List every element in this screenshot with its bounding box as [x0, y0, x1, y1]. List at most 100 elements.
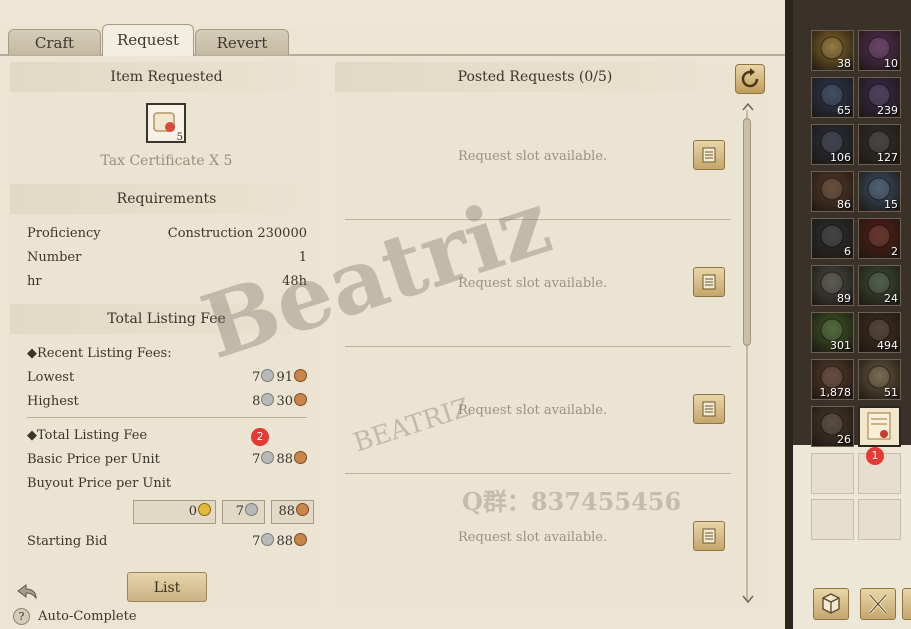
inventory-slot[interactable]: 106 [811, 124, 854, 165]
window-top-strip [0, 0, 785, 26]
scroll-icon [702, 528, 716, 544]
requirement-value: 48h [282, 274, 307, 289]
silver-coin-icon [261, 393, 275, 406]
item-requested-heading: Item Requested [10, 62, 323, 92]
inventory-slot[interactable]: 26 [811, 406, 854, 447]
request-slot-4-button[interactable] [693, 521, 725, 551]
refresh-button[interactable] [735, 64, 765, 94]
inventory-slot[interactable]: 301 [811, 312, 854, 353]
highest-fee-row: Highest 8 30 [27, 392, 307, 412]
buyout-copper-input[interactable]: 88 [271, 500, 314, 524]
recent-fees-text: ◆Recent Listing Fees: [27, 346, 172, 361]
undo-arrow-icon [17, 584, 37, 600]
silver-coin-icon [261, 533, 275, 546]
item-count: 24 [884, 292, 898, 305]
item-count: 301 [830, 339, 851, 352]
request-slot-2-text: Request slot available. [458, 276, 608, 291]
chevron-down-icon [742, 595, 754, 604]
dismantle-button[interactable] [860, 588, 896, 620]
back-button[interactable] [12, 581, 40, 605]
annotation-badge: 2 [251, 428, 269, 446]
inventory-slot[interactable]: 86 [811, 171, 854, 212]
help-icon[interactable]: ? [13, 608, 30, 625]
copper-amount: 88 [278, 504, 295, 519]
inventory-slot[interactable]: 65 [811, 77, 854, 118]
buyout-silver-input[interactable]: 7 [222, 500, 265, 524]
total-fee-label: ◆Total Listing Fee [27, 428, 148, 443]
lowest-label: Lowest [27, 370, 75, 385]
list-button[interactable]: List [127, 572, 207, 602]
item-count: 239 [877, 104, 898, 117]
scrollbar-thumb[interactable] [743, 118, 751, 346]
copper-amount: 88 [276, 534, 293, 549]
inventory-edge-button[interactable] [902, 588, 911, 620]
slot-divider [345, 473, 731, 474]
inventory-slot[interactable]: 239 [858, 77, 901, 118]
copper-coin-icon [294, 393, 307, 406]
request-slot-1-button[interactable] [693, 140, 725, 170]
tab-request[interactable]: Request [102, 24, 194, 56]
inventory-slot[interactable]: 15 [858, 171, 901, 212]
inventory-slot[interactable]: 51 [858, 359, 901, 400]
empty-inventory-slot[interactable] [858, 499, 901, 540]
item-stack-count: 5 [176, 132, 183, 143]
item-count: 6 [844, 245, 851, 258]
crossed-swords-icon [868, 594, 888, 614]
inventory-slot[interactable]: 1,878 [811, 359, 854, 400]
request-slot-4-text: Request slot available. [458, 530, 608, 545]
inventory-slot[interactable]: 24 [858, 265, 901, 306]
starting-bid-row: Starting Bid 7 88 [27, 532, 307, 552]
buyout-gold-input[interactable]: 0 [133, 500, 216, 524]
requested-item-slot[interactable]: 5 [146, 103, 186, 143]
requirement-row-number: Number 1 [27, 248, 307, 268]
request-slot-1-text: Request slot available. [458, 149, 608, 164]
item-count: 15 [884, 198, 898, 211]
inventory-slot[interactable]: 2 [858, 218, 901, 259]
copper-coin-icon [294, 369, 307, 382]
requirements-heading: Requirements [10, 184, 323, 214]
inventory-slot[interactable]: 6 [811, 218, 854, 259]
slot-divider [345, 219, 731, 220]
listing-fee-heading: Total Listing Fee [10, 304, 323, 334]
starting-bid-value: 7 88 [252, 532, 307, 552]
scroll-icon [702, 147, 716, 163]
inventory-slot[interactable]: 494 [858, 312, 901, 353]
empty-inventory-slot[interactable] [811, 453, 854, 494]
silver-amount: 7 [252, 534, 261, 549]
requirement-label: hr [27, 274, 42, 289]
tab-craft[interactable]: Craft [8, 29, 101, 55]
request-slot-2-button[interactable] [693, 267, 725, 297]
item-count: 86 [837, 198, 851, 211]
inventory-slot[interactable]: 38 [811, 30, 854, 71]
copper-amount: 30 [276, 394, 293, 409]
dice-icon [822, 593, 840, 614]
slot-divider [345, 346, 731, 347]
scroll-up-arrow[interactable] [741, 98, 755, 111]
inventory-slot[interactable] [858, 406, 901, 447]
request-slot-3-text: Request slot available. [458, 403, 608, 418]
tab-revert[interactable]: Revert [195, 29, 289, 55]
silver-coin-icon [261, 451, 275, 464]
requirement-label: Proficiency [27, 226, 101, 241]
inventory-slot[interactable]: 89 [811, 265, 854, 306]
copper-amount: 88 [276, 452, 293, 467]
dice-button[interactable] [813, 588, 849, 620]
silver-amount: 7 [235, 504, 244, 519]
recent-fees-label: ◆Recent Listing Fees: [27, 344, 307, 364]
scroll-down-arrow[interactable] [741, 590, 755, 604]
inventory-slot[interactable]: 10 [858, 30, 901, 71]
request-slot-3-button[interactable] [693, 394, 725, 424]
item-count: 106 [830, 151, 851, 164]
posted-requests-heading: Posted Requests (0/5) [335, 62, 735, 92]
auto-complete-row[interactable]: ? Auto-Complete [13, 608, 137, 626]
item-name: Tax Certificate X 5 [100, 153, 233, 169]
gold-coin-icon [198, 503, 211, 516]
requirement-row-hours: hr 48h [27, 272, 307, 292]
basic-price-label: Basic Price per Unit [27, 452, 160, 467]
inventory-slot[interactable]: 127 [858, 124, 901, 165]
scroll-icon [702, 274, 716, 290]
empty-inventory-slot[interactable] [811, 499, 854, 540]
copper-coin-icon [294, 451, 307, 464]
requirement-label: Number [27, 250, 82, 265]
tab-bar: Craft Request Revert [0, 24, 785, 56]
